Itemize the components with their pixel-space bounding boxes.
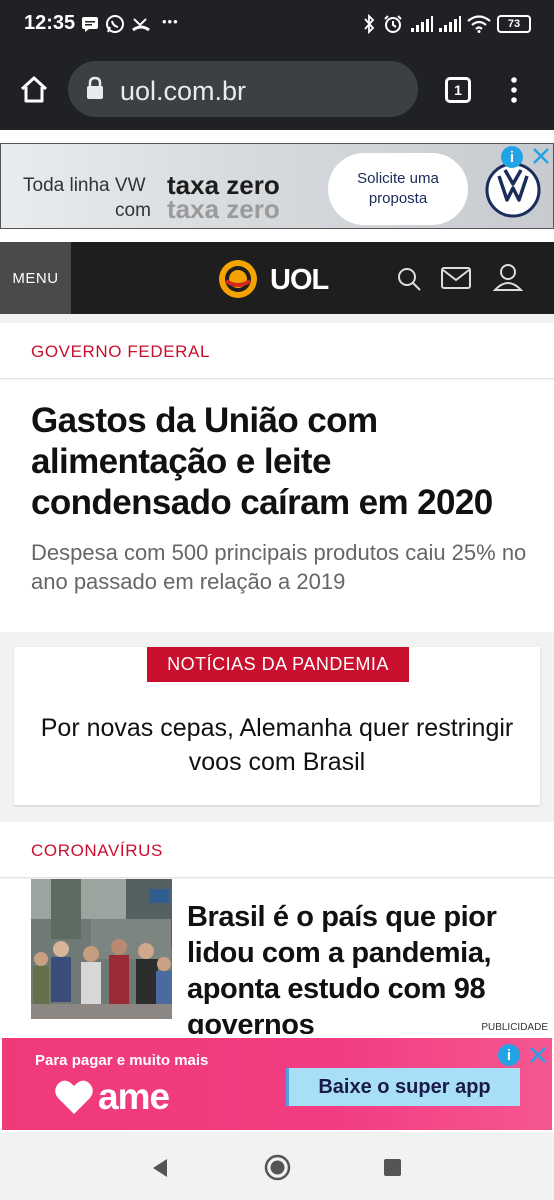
home-icon[interactable] <box>18 74 50 106</box>
status-time: 12:35 <box>24 12 76 34</box>
ad-line2: com <box>115 200 151 221</box>
system-navigation-bar <box>0 1134 554 1200</box>
uol-logo-icon[interactable] <box>218 259 258 299</box>
mail-icon[interactable] <box>441 266 471 290</box>
pandemic-headline[interactable]: Por novas cepas, Alemanha quer restringi… <box>34 711 520 779</box>
wifi-icon <box>466 13 492 35</box>
heart-icon <box>54 1078 94 1116</box>
browser-toolbar: uol.com.br 1 <box>0 50 554 130</box>
ad-close-icon[interactable] <box>526 1043 550 1067</box>
recents-icon[interactable] <box>384 1159 401 1176</box>
pandemic-tag: NOTÍCIAS DA PANDEMIA <box>147 647 409 682</box>
back-icon[interactable] <box>151 1158 169 1178</box>
section-header-governo[interactable]: GOVERNO FEDERAL <box>0 323 554 379</box>
ame-logo: ame <box>98 1076 170 1117</box>
alarm-icon <box>382 13 404 35</box>
ad-cta-button[interactable]: Solicite uma proposta <box>328 153 468 225</box>
top-advertisement[interactable]: Toda linha VW taxa zero com taxa zero So… <box>0 130 554 242</box>
coronavirus-article-card[interactable]: Brasil é o país que pior lidou com a pan… <box>0 879 554 1039</box>
whatsapp-icon <box>104 13 126 35</box>
vw-banner[interactable]: Toda linha VW taxa zero com taxa zero So… <box>0 143 554 229</box>
ad-info-icon[interactable]: i <box>501 146 523 168</box>
section-header-coronavirus[interactable]: CORONAVÍRUS <box>0 822 554 878</box>
ad-cta-label: Solicite uma proposta <box>357 170 439 207</box>
uol-logo-text[interactable]: UOL <box>270 264 329 297</box>
menu-button[interactable]: MENU <box>0 242 71 314</box>
ad-bottom-cta[interactable]: Baixe o super app <box>286 1068 520 1106</box>
home-button-icon[interactable] <box>264 1154 291 1181</box>
main-subheadline[interactable]: Despesa com 500 principais produtos caiu… <box>31 538 531 596</box>
bottom-advertisement[interactable]: Para pagar e muito mais ame Baixe o supe… <box>0 1034 554 1132</box>
coronavirus-headline[interactable]: Brasil é o país que pior lidou com a pan… <box>187 899 537 1039</box>
menu-label: MENU <box>12 269 59 287</box>
bluetooth-icon <box>362 13 376 35</box>
tab-switcher-button[interactable]: 1 <box>445 77 471 103</box>
ad-label: PUBLICIDADE <box>479 1021 550 1034</box>
ad-close-icon[interactable] <box>529 144 553 168</box>
pandemic-news-card[interactable]: NOTÍCIAS DA PANDEMIA Por novas cepas, Al… <box>14 647 540 805</box>
pandemic-tag-label: NOTÍCIAS DA PANDEMIA <box>167 654 389 674</box>
ad-line1: Toda linha VW <box>23 175 146 196</box>
main-article-card[interactable]: Gastos da União com alimentação e leite … <box>0 380 554 632</box>
main-headline[interactable]: Gastos da União com alimentação e leite … <box>31 400 531 523</box>
section-kicker[interactable]: GOVERNO FEDERAL <box>31 342 210 362</box>
more-notifications-icon: ••• <box>162 14 179 29</box>
url-text[interactable]: uol.com.br <box>120 76 246 107</box>
more-options-icon[interactable] <box>508 76 520 104</box>
vw-logo-icon <box>485 162 541 218</box>
message-icon <box>80 13 100 35</box>
site-header: MENU UOL <box>0 242 554 314</box>
signal-icon-2 <box>438 13 462 35</box>
ame-banner[interactable]: Para pagar e muito mais ame Baixe o supe… <box>2 1038 552 1130</box>
search-icon[interactable] <box>396 266 422 292</box>
tab-count: 1 <box>454 82 462 98</box>
missed-call-icon <box>130 13 152 35</box>
status-bar: 12:35 ••• 73 <box>0 0 554 50</box>
signal-icon-1 <box>410 13 434 35</box>
ad-bottom-cta-label: Baixe o super app <box>318 1075 491 1098</box>
ad-info-icon[interactable]: i <box>498 1044 520 1066</box>
section-kicker[interactable]: CORONAVÍRUS <box>31 841 163 861</box>
battery-icon: 73 <box>497 15 531 33</box>
article-thumbnail[interactable] <box>31 879 172 1019</box>
battery-level: 73 <box>507 18 521 30</box>
user-icon[interactable] <box>492 262 524 292</box>
lock-icon <box>86 76 106 100</box>
ad-bottom-line1: Para pagar e muito mais <box>35 1052 209 1069</box>
ad-bold2: taxa zero <box>167 194 280 224</box>
